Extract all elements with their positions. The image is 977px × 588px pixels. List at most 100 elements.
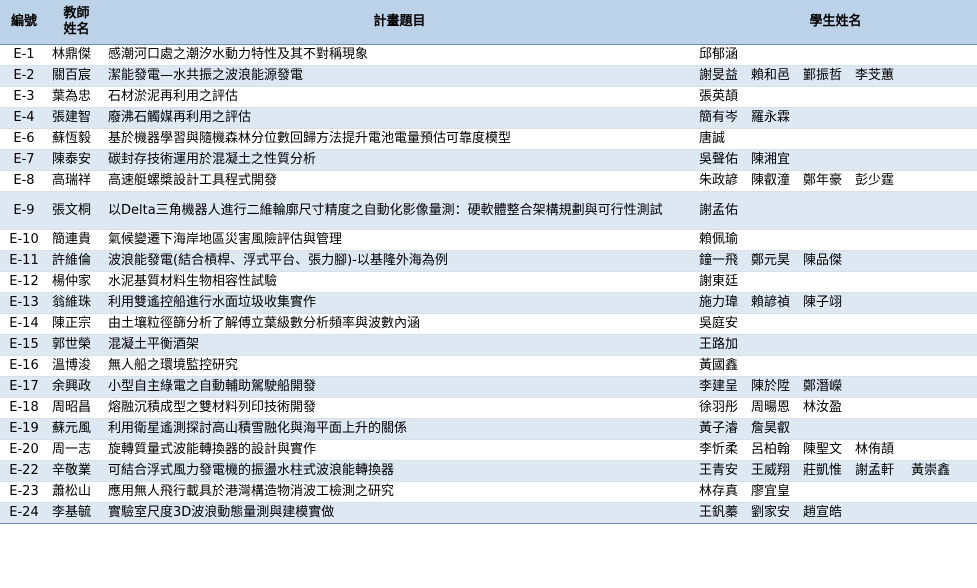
row-project: 無人船之環境監控研究 — [105, 355, 694, 377]
row-students: 黃子濬 詹昊叡 — [694, 418, 977, 440]
row-teacher: 簡連貴 — [48, 229, 105, 251]
row-id: E-4 — [0, 107, 48, 129]
row-project: 水泥基質材料生物相容性試驗 — [105, 271, 694, 293]
row-project: 混凝土平衡酒架 — [105, 334, 694, 356]
header-id: 編號 — [0, 0, 48, 45]
row-id: E-14 — [0, 313, 48, 335]
table-row: E-15 郭世榮 混凝土平衡酒架 王路加 — [0, 334, 977, 356]
row-teacher: 楊仲家 — [48, 271, 105, 293]
row-teacher: 郭世榮 — [48, 334, 105, 356]
row-students: 張英頡 — [694, 86, 977, 108]
row-project: 潔能發電—水共振之波浪能源發電 — [105, 65, 694, 87]
row-students: 簡有岑 羅永霖 — [694, 107, 977, 129]
row-teacher: 辛敬業 — [48, 460, 105, 482]
row-teacher: 關百宸 — [48, 65, 105, 87]
row-project: 氣候變遷下海岸地區災害風險評估與管理 — [105, 229, 694, 251]
row-id: E-1 — [0, 44, 48, 66]
table-row: E-6 蘇恆毅 基於機器學習與隨機森林分位數回歸方法提升電池電量預估可靠度模型 唐誠 — [0, 128, 977, 150]
row-project: 廢沸石觸媒再利用之評估 — [105, 107, 694, 129]
row-id: E-11 — [0, 250, 48, 272]
row-id: E-10 — [0, 229, 48, 251]
row-project: 實驗室尺度3D波浪動態量測與建模實做 — [105, 502, 694, 524]
table-row: E-11 許維倫 波浪能發電(結合槓桿、浮式平台、張力腳)-以基隆外海為例 鐘一飛 鄭… — [0, 250, 977, 272]
table-row: E-3 葉為忠 石材淤泥再利用之評估 張英頡 — [0, 86, 977, 108]
row-teacher: 陳正宗 — [48, 313, 105, 335]
row-id: E-22 — [0, 460, 48, 482]
row-teacher: 張文桐 — [48, 191, 105, 230]
row-teacher: 陳泰安 — [48, 149, 105, 171]
row-project: 小型自主綠電之自動輔助駕駛船開發 — [105, 376, 694, 398]
row-id: E-16 — [0, 355, 48, 377]
row-project: 高速艇螺槳設計工具程式開發 — [105, 170, 694, 192]
row-project: 波浪能發電(結合槓桿、浮式平台、張力腳)-以基隆外海為例 — [105, 250, 694, 272]
row-students: 王釩蓁 劉家安 趙宣皓 — [694, 502, 977, 524]
table-row: E-9 張文桐 以Delta三角機器人進行二維輪廓尺寸精度之自動化影像量測：硬軟體整… — [0, 191, 977, 230]
table-row: E-10 簡連貴 氣候變遷下海岸地區災害風險評估與管理 賴佩瑜 — [0, 229, 977, 251]
row-project: 感潮河口處之潮汐水動力特性及其不對稱現象 — [105, 44, 694, 66]
row-project: 基於機器學習與隨機森林分位數回歸方法提升電池電量預估可靠度模型 — [105, 128, 694, 150]
row-teacher: 溫博浚 — [48, 355, 105, 377]
project-table: 編號 教師 姓名 計畫題目 學生姓名 E-1 林鼎傑 感潮河口處之潮汐水動力特性及其… — [0, 0, 977, 524]
row-students: 謝東廷 — [694, 271, 977, 293]
row-id: E-18 — [0, 397, 48, 419]
row-students: 施力瑋 賴諺禎 陳子翊 — [694, 292, 977, 314]
table-row: E-24 李基毓 實驗室尺度3D波浪動態量測與建模實做 王釩蓁 劉家安 趙宣皓 — [0, 502, 977, 524]
row-teacher: 高瑞祥 — [48, 170, 105, 192]
row-id: E-13 — [0, 292, 48, 314]
table-row: E-12 楊仲家 水泥基質材料生物相容性試驗 謝東廷 — [0, 271, 977, 293]
row-teacher: 李基毓 — [48, 502, 105, 524]
row-students: 吳庭安 — [694, 313, 977, 335]
row-project: 可結合浮式風力發電機的振盪水柱式波浪能轉換器 — [105, 460, 694, 482]
row-students: 李建呈 陳於陞 鄭潛嶸 — [694, 376, 977, 398]
header-teacher: 教師 姓名 — [48, 0, 105, 45]
row-teacher: 蕭松山 — [48, 481, 105, 503]
table-row: E-4 張建智 廢沸石觸媒再利用之評估 簡有岑 羅永霖 — [0, 107, 977, 129]
table-body: E-1 林鼎傑 感潮河口處之潮汐水動力特性及其不對稱現象 邱郁涵 E-2 關百宸 潔能發電—… — [0, 44, 977, 524]
row-id: E-6 — [0, 128, 48, 150]
row-students: 吳聲佑 陳湘宜 — [694, 149, 977, 171]
row-students: 王路加 — [694, 334, 977, 356]
row-teacher: 周昭昌 — [48, 397, 105, 419]
row-id: E-2 — [0, 65, 48, 87]
row-id: E-17 — [0, 376, 48, 398]
row-teacher: 周一志 — [48, 439, 105, 461]
row-teacher: 蘇恆毅 — [48, 128, 105, 150]
table-row: E-13 翁維珠 利用雙遙控船進行水面垃圾收集實作 施力瑋 賴諺禎 陳子翊 — [0, 292, 977, 314]
header-row: 編號 教師 姓名 計畫題目 學生姓名 — [0, 0, 977, 45]
row-id: E-12 — [0, 271, 48, 293]
header-students: 學生姓名 — [694, 0, 977, 45]
row-teacher: 翁維珠 — [48, 292, 105, 314]
table-row: E-8 高瑞祥 高速艇螺槳設計工具程式開發 朱政諺 陳叡潼 鄭年豪 彭少霆 — [0, 170, 977, 192]
row-project: 應用無人飛行載具於港灣構造物消波工檢測之研究 — [105, 481, 694, 503]
row-students: 朱政諺 陳叡潼 鄭年豪 彭少霆 — [694, 170, 977, 192]
row-teacher: 葉為忠 — [48, 86, 105, 108]
row-project: 由土壤粒徑篩分析了解傅立葉級數分析頻率與波數內涵 — [105, 313, 694, 335]
row-project: 旋轉質量式波能轉換器的設計與實作 — [105, 439, 694, 461]
row-teacher: 林鼎傑 — [48, 44, 105, 66]
row-project: 以Delta三角機器人進行二維輪廓尺寸精度之自動化影像量測：硬軟體整合架構規劃與… — [105, 191, 694, 230]
row-project: 利用雙遙控船進行水面垃圾收集實作 — [105, 292, 694, 314]
row-teacher: 許維倫 — [48, 250, 105, 272]
row-id: E-23 — [0, 481, 48, 503]
table-row: E-18 周昭昌 熔融沉積成型之雙材料列印技術開發 徐羽彤 周暘恩 林汝盈 — [0, 397, 977, 419]
table-row: E-20 周一志 旋轉質量式波能轉換器的設計與實作 李忻柔 呂柏翰 陳聖文 林侑頡 — [0, 439, 977, 461]
row-students: 唐誠 — [694, 128, 977, 150]
row-students: 林存真 廖宜皇 — [694, 481, 977, 503]
table-row: E-1 林鼎傑 感潮河口處之潮汐水動力特性及其不對稱現象 邱郁涵 — [0, 44, 977, 66]
row-id: E-24 — [0, 502, 48, 524]
row-id: E-19 — [0, 418, 48, 440]
row-project: 石材淤泥再利用之評估 — [105, 86, 694, 108]
row-students: 徐羽彤 周暘恩 林汝盈 — [694, 397, 977, 419]
row-students: 鐘一飛 鄭元昊 陳品傑 — [694, 250, 977, 272]
header-project: 計畫題目 — [105, 0, 694, 45]
row-id: E-9 — [0, 191, 48, 230]
row-students: 黃國鑫 — [694, 355, 977, 377]
row-id: E-15 — [0, 334, 48, 356]
row-teacher: 余興政 — [48, 376, 105, 398]
row-teacher: 張建智 — [48, 107, 105, 129]
row-id: E-20 — [0, 439, 48, 461]
row-teacher: 蘇元風 — [48, 418, 105, 440]
table-row: E-17 余興政 小型自主綠電之自動輔助駕駛船開發 李建呈 陳於陞 鄭潛嶸 — [0, 376, 977, 398]
row-id: E-8 — [0, 170, 48, 192]
table-row: E-7 陳泰安 碳封存技術運用於混凝土之性質分析 吳聲佑 陳湘宜 — [0, 149, 977, 171]
